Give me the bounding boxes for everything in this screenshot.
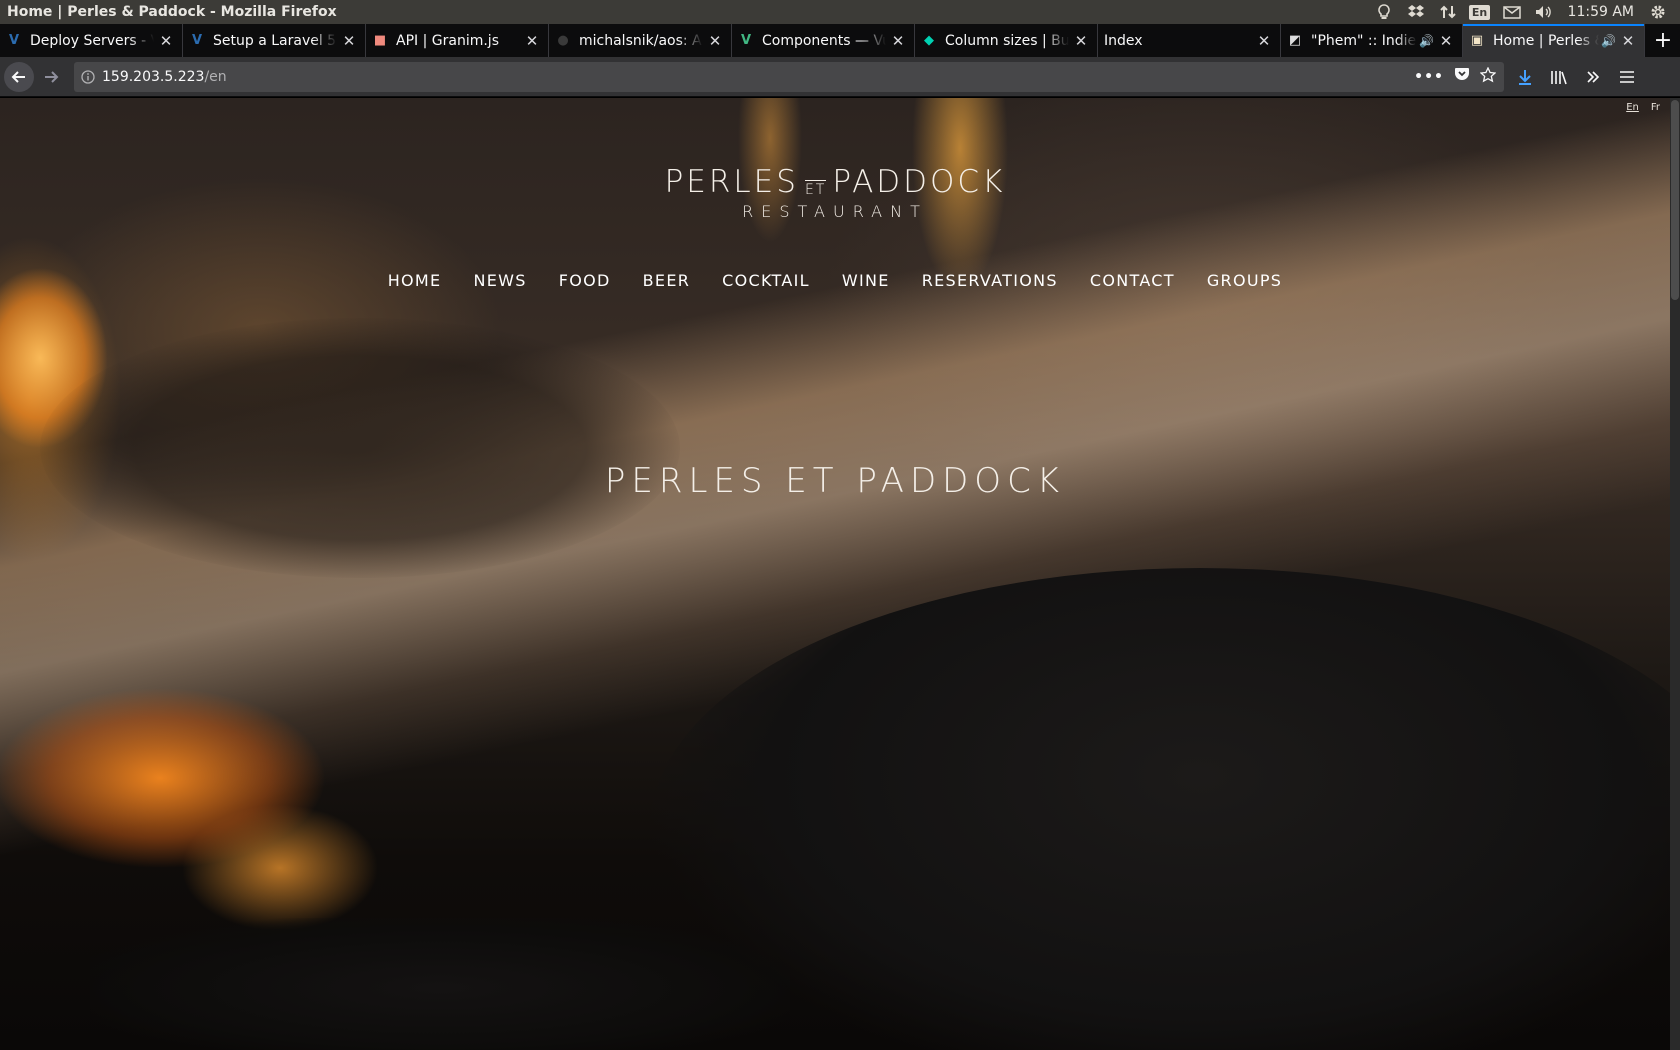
page-scrollbar[interactable] — [1670, 98, 1680, 1050]
tab-title: Deploy Servers - Vultr — [30, 32, 154, 49]
dropbox-icon[interactable] — [1400, 0, 1432, 24]
vultr-favicon-icon: V — [191, 33, 203, 48]
back-arrow-icon[interactable] — [4, 61, 34, 92]
scrollbar-thumb[interactable] — [1671, 100, 1679, 300]
tab-setup-laravel[interactable]: V Setup a Laravel 5 App ✕ — [183, 24, 366, 57]
site-logo[interactable]: PERLES ET PADDOCK RESTAURANT — [0, 164, 1670, 221]
vultr-favicon-icon: V — [8, 33, 20, 48]
tab-title: Column sizes | Bulma — [945, 32, 1069, 49]
perles-paddock-favicon-icon: ▣ — [1470, 33, 1484, 48]
tab-strip: V Deploy Servers - Vultr ✕ V Setup a Lar… — [0, 24, 1680, 57]
tab-title: Setup a Laravel 5 App — [213, 32, 337, 49]
indie-shuffle-favicon-icon: ◩ — [1288, 33, 1302, 48]
url-bar[interactable]: 159.203.5.223/en ••• — [74, 61, 1504, 92]
site-info-icon[interactable] — [74, 69, 102, 84]
tab-granim-api[interactable]: ■ API | Granim.js ✕ — [366, 24, 549, 57]
mail-icon[interactable] — [1496, 0, 1528, 24]
forward-arrow-icon[interactable] — [36, 62, 66, 92]
nav-link-home[interactable]: HOME — [388, 271, 442, 290]
url-actions: ••• — [1414, 65, 1504, 87]
github-favicon-icon: ● — [557, 33, 569, 48]
nav-link-beer[interactable]: BEER — [643, 271, 691, 290]
tab-deploy-servers[interactable]: V Deploy Servers - Vultr ✕ — [0, 24, 183, 57]
close-tab-icon[interactable]: ✕ — [158, 32, 174, 50]
tab-index[interactable]: Index ✕ — [1098, 24, 1281, 57]
logo-subtitle: RESTAURANT — [742, 202, 928, 221]
tab-title: API | Granim.js — [396, 32, 499, 49]
tab-title: Home | Perles & Paddock — [1493, 32, 1599, 49]
bulma-favicon-icon: ◆ — [924, 33, 934, 48]
lightbulb-icon[interactable] — [1368, 0, 1400, 24]
close-tab-icon[interactable]: ✕ — [1438, 32, 1454, 50]
logo-wordmark: PERLES ET PADDOCK — [665, 164, 1006, 200]
new-tab-plus-icon[interactable]: + — [1646, 24, 1680, 57]
window-title: Home | Perles & Paddock - Mozilla Firefo… — [7, 4, 337, 20]
page-actions-ellipsis-icon[interactable]: ••• — [1414, 69, 1444, 85]
language-fr-link[interactable]: Fr — [1651, 102, 1660, 113]
tab-bulma-columns[interactable]: ◆ Column sizes | Bulma ✕ — [915, 24, 1098, 57]
close-tab-icon[interactable]: ✕ — [1620, 32, 1636, 50]
nav-link-wine[interactable]: WINE — [842, 271, 890, 290]
language-switcher: En Fr — [1626, 102, 1660, 113]
language-en-link[interactable]: En — [1626, 102, 1639, 113]
os-top-panel: Home | Perles & Paddock - Mozilla Firefo… — [0, 0, 1680, 24]
nav-link-contact[interactable]: CONTACT — [1090, 271, 1175, 290]
bookmark-star-icon[interactable] — [1479, 65, 1497, 87]
tab-audio-playing-icon[interactable]: 🔊 — [1419, 34, 1434, 48]
keyboard-layout-indicator[interactable]: En — [1464, 0, 1496, 24]
tab-perles-paddock-home[interactable]: ▣ Home | Perles & Paddock 🔊 ✕ — [1463, 24, 1645, 57]
downloads-arrow-icon[interactable] — [1510, 62, 1540, 92]
nav-link-food[interactable]: FOOD — [559, 271, 611, 290]
logo-word-left: PERLES — [664, 164, 799, 200]
network-transfer-icon[interactable] — [1432, 0, 1464, 24]
granim-favicon-icon: ■ — [373, 33, 387, 48]
overflow-chevron-icon[interactable] — [1578, 62, 1608, 92]
nav-link-news[interactable]: NEWS — [473, 271, 526, 290]
tab-title: Components — Vuetify — [762, 32, 886, 49]
close-tab-icon[interactable]: ✕ — [1256, 32, 1272, 50]
tab-title: Index — [1104, 32, 1143, 49]
url-host: 159.203.5.223 — [102, 68, 205, 85]
main-navigation: HOME NEWS FOOD BEER COCKTAIL WINE RESERV… — [0, 271, 1670, 290]
hero-pan-shape — [40, 318, 680, 578]
hero-pan-shape — [650, 568, 1680, 1050]
navigation-toolbar: 159.203.5.223/en ••• — [0, 57, 1680, 97]
toolbar-icons — [1510, 62, 1642, 92]
system-gear-icon[interactable] — [1642, 0, 1674, 24]
clock[interactable]: 11:59 AM — [1560, 4, 1642, 20]
hamburger-menu-icon[interactable] — [1612, 62, 1642, 92]
close-tab-icon[interactable]: ✕ — [1073, 32, 1089, 50]
close-tab-icon[interactable]: ✕ — [524, 32, 540, 50]
close-tab-icon[interactable]: ✕ — [890, 32, 906, 50]
os-indicators: En 11:59 AM — [1368, 0, 1680, 24]
tab-aos-github[interactable]: ● michalsnik/aos: Animate on scroll ✕ — [549, 24, 732, 57]
hero-grate-shape — [90, 918, 790, 1050]
nav-link-groups[interactable]: GROUPS — [1207, 271, 1282, 290]
tab-audio-playing-icon[interactable]: 🔊 — [1601, 34, 1616, 48]
volume-icon[interactable] — [1528, 0, 1560, 24]
url-path: /en — [204, 68, 227, 85]
tab-title: michalsnik/aos: Animate on scroll — [579, 32, 703, 49]
hero-title: PERLES ET PADDOCK — [604, 461, 1066, 501]
close-tab-icon[interactable]: ✕ — [341, 32, 357, 50]
tab-indie-shuffle[interactable]: ◩ "Phem" :: Indie Shuffle 🔊 ✕ — [1281, 24, 1463, 57]
pocket-icon[interactable] — [1454, 67, 1470, 86]
tab-title: "Phem" :: Indie Shuffle — [1311, 32, 1417, 49]
page-viewport: En Fr PERLES ET PADDOCK RESTAURANT HOME … — [0, 98, 1680, 1050]
tab-vuetify-components[interactable]: V Components — Vuetify ✕ — [732, 24, 915, 57]
logo-word-right: PADDOCK — [832, 164, 1006, 200]
hero-video-background — [0, 98, 1680, 1050]
library-icon[interactable] — [1544, 62, 1574, 92]
vue-favicon-icon: V — [740, 33, 752, 48]
nav-link-cocktail[interactable]: COCKTAIL — [722, 271, 810, 290]
close-tab-icon[interactable]: ✕ — [707, 32, 723, 50]
logo-et: ET — [804, 180, 827, 198]
nav-link-reservations[interactable]: RESERVATIONS — [922, 271, 1058, 290]
